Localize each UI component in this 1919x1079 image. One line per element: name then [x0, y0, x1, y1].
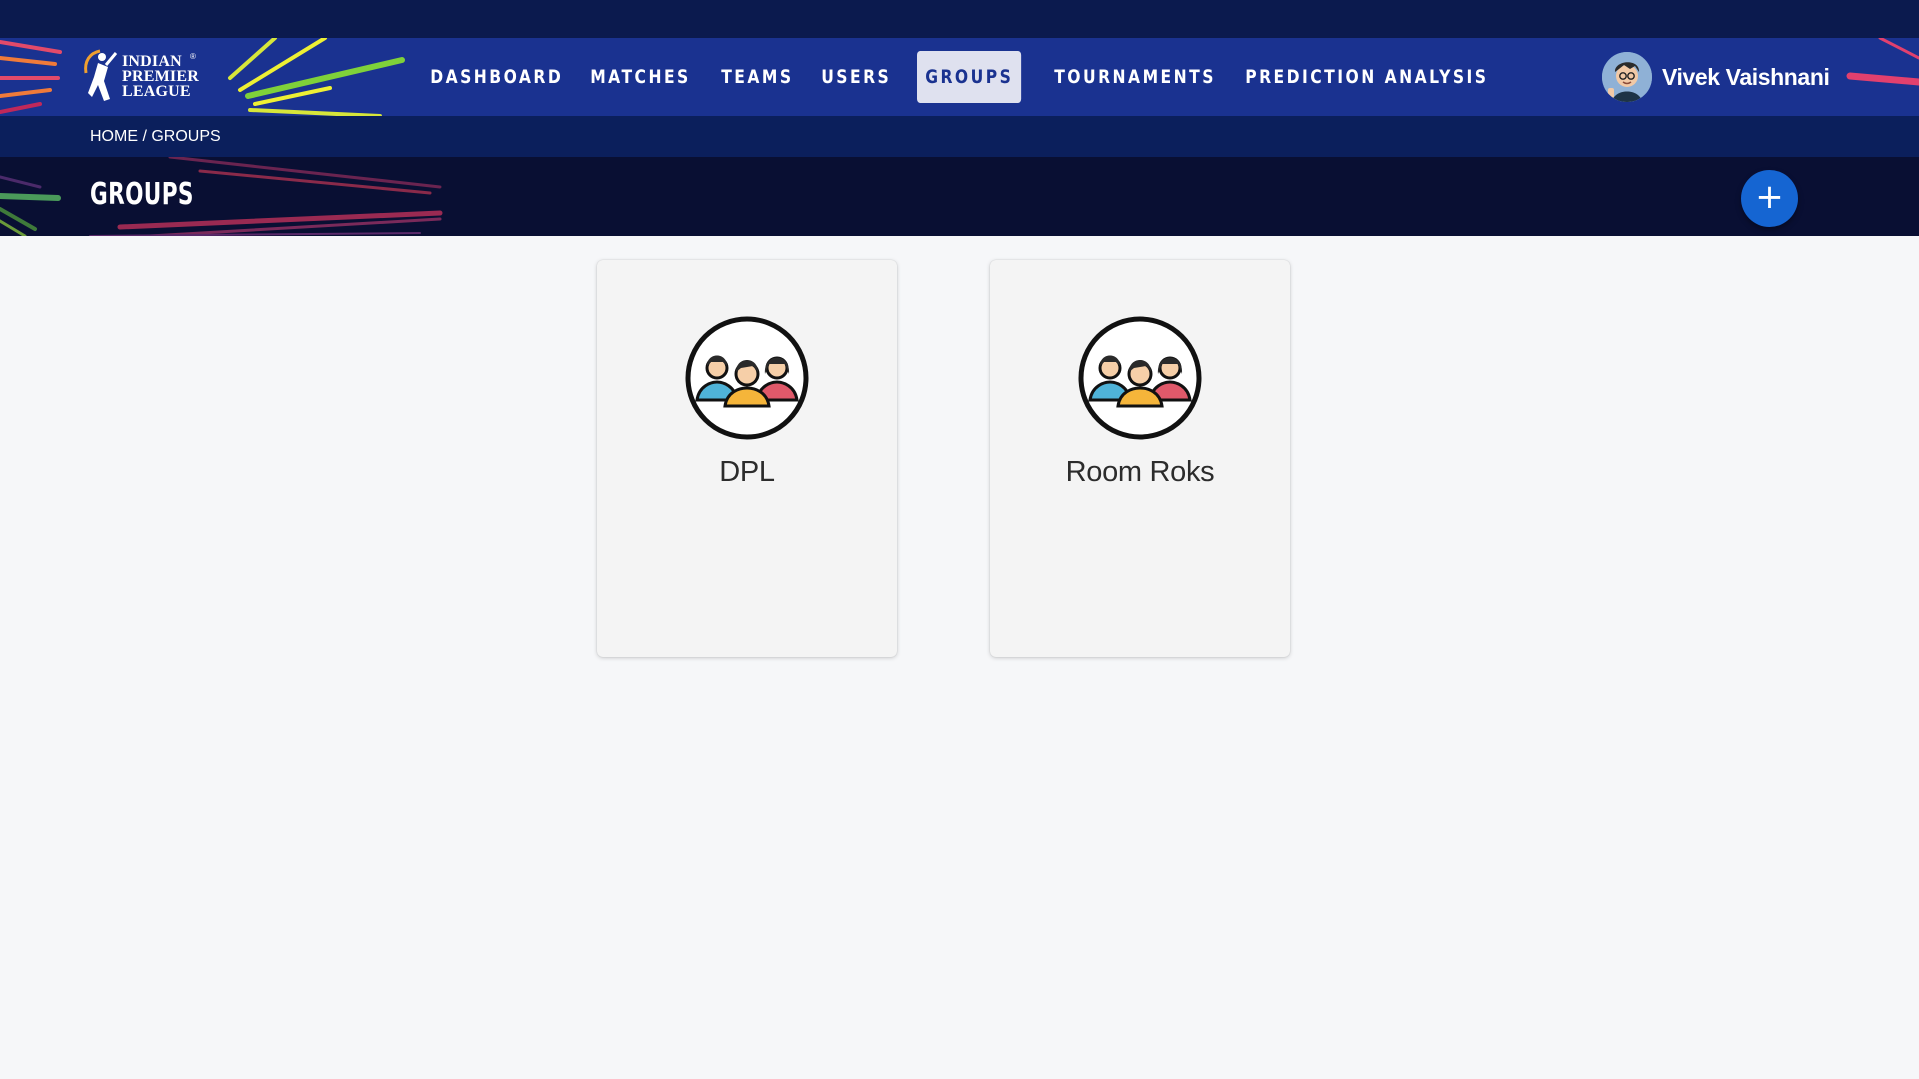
add-group-button[interactable]: + [1741, 170, 1798, 227]
breadcrumb-current: GROUPS [151, 128, 221, 145]
logo-line-2: PREMIER [122, 68, 199, 85]
nav-tournaments[interactable]: TOURNAMENTS [1046, 51, 1224, 103]
title-decorative-streaks [0, 157, 443, 236]
main-nav: DASHBOARD MATCHES TEAMS USERS GROUPS TOU… [422, 51, 1554, 103]
breadcrumb: HOME / GROUPS [90, 128, 221, 146]
nav-dashboard[interactable]: DASHBOARD [422, 51, 571, 103]
breadcrumb-separator: / [142, 128, 147, 145]
nav-teams[interactable]: TEAMS [713, 51, 802, 103]
top-strip [0, 0, 1919, 38]
user-name: Vivek Vaishnani [1662, 63, 1830, 90]
group-people-icon [1078, 316, 1202, 440]
group-card-room-roks[interactable]: Room Roks [990, 260, 1290, 657]
nav-groups[interactable]: GROUPS [916, 51, 1022, 103]
logo-line-1: INDIAN [122, 53, 182, 70]
group-name: Room Roks [1065, 456, 1215, 488]
logo-text: INDIAN PREMIER LEAGUE [122, 53, 199, 100]
user-avatar-icon [1602, 52, 1652, 102]
user-menu[interactable]: Vivek Vaishnani [1602, 52, 1830, 102]
group-people-icon [685, 316, 809, 440]
registered-mark: ® [190, 52, 196, 61]
page-title-bar: GROUPS [0, 157, 1919, 236]
page-title: GROUPS [90, 177, 194, 212]
logo-line-3: LEAGUE [122, 83, 191, 100]
ipl-logo[interactable]: INDIAN PREMIER LEAGUE ® [80, 47, 200, 111]
group-name: DPL [719, 456, 775, 488]
breadcrumb-home[interactable]: HOME [90, 128, 138, 145]
nav-users[interactable]: USERS [813, 51, 899, 103]
breadcrumb-bar: HOME / GROUPS [0, 116, 1919, 157]
batsman-logo-icon [84, 49, 118, 101]
nav-prediction-analysis[interactable]: PREDICTION ANALYSIS [1237, 51, 1497, 103]
group-card-dpl[interactable]: DPL [597, 260, 897, 657]
nav-matches[interactable]: MATCHES [582, 51, 699, 103]
